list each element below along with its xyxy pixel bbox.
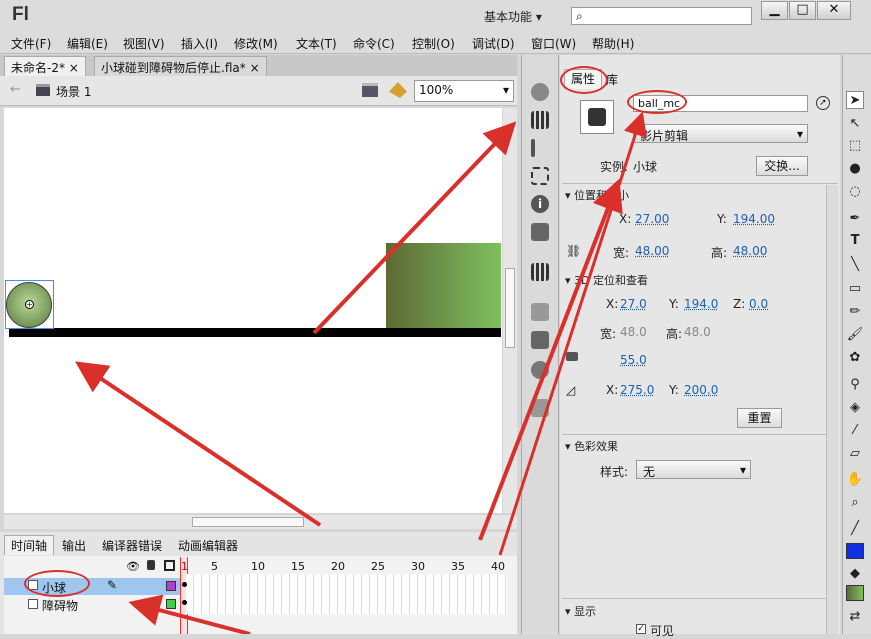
arrow-to-name-field	[498, 111, 647, 556]
arrow-to-stage	[75, 361, 322, 527]
annotation-arrows	[75, 111, 647, 634]
arrow-to-instance-name	[478, 178, 623, 541]
arrow-to-layer	[128, 594, 251, 634]
arrow-to-scrollbar	[312, 121, 517, 335]
